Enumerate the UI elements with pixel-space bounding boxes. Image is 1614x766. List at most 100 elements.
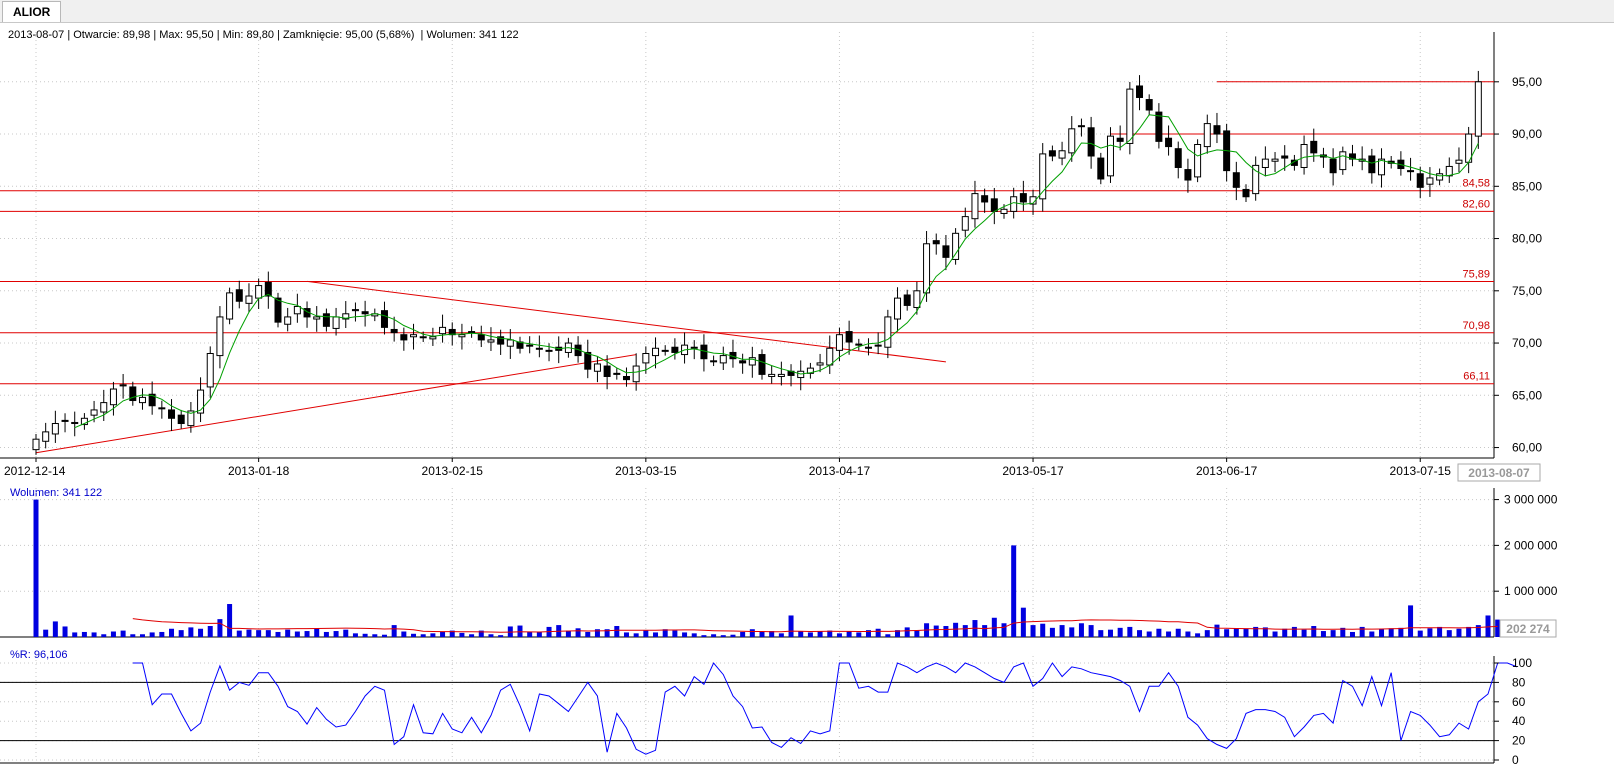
candle-body [1213,125,1221,135]
candle-body [206,353,214,388]
candle-body [1232,172,1240,188]
candle-body [652,347,660,357]
volume-bar [130,634,136,637]
candle-body [758,354,766,375]
trendline [35,354,637,454]
candle-body [874,344,882,347]
candle-body [487,339,495,343]
candle-body [1310,140,1318,154]
volume-bar [110,631,116,637]
volume-bar [62,626,68,637]
candle-body [816,362,824,366]
candle-body [1058,150,1066,159]
candle-body [506,339,514,347]
axes: 60,00 65,00 70,00 75,00 80,00 85,00 90,00 95,00… [4,75,1558,766]
date-tick-label: 2013-03-15 [615,464,677,478]
volume-bar [798,631,804,637]
volume-bar [711,634,717,637]
volume-bar [1117,627,1123,637]
volume-bar [933,625,939,637]
candle-body [632,365,640,383]
price-tick-label: 80,00 [1512,232,1542,246]
candlestick-series [32,70,1482,455]
volume-bar [517,625,523,637]
volume-bar [982,625,988,637]
candle-body [42,431,50,442]
candle-body [1145,99,1153,111]
candle-body [168,409,176,419]
volume-bar [381,634,387,637]
candle-body [1416,173,1424,188]
wr-tick-label: 60 [1512,695,1526,709]
price-tick-label: 90,00 [1512,127,1542,141]
candle-body [1368,155,1376,174]
candle-body [61,419,69,422]
candle-body [1184,169,1192,181]
volume-bar [527,631,533,637]
volume-tick-label: 1 000 000 [1504,584,1558,598]
volume-bar [846,631,852,637]
candle-body [661,349,669,352]
volume-bar [227,604,233,637]
volume-bar [788,615,794,637]
volume-bar [1272,631,1278,637]
candle-body [864,346,872,349]
volume-bar [430,633,436,637]
volume-bar [178,630,184,637]
volume-bar [420,634,426,637]
wr-tick-label: 0 [1512,753,1519,766]
candle-body [177,414,185,425]
candle-body [284,316,292,325]
volume-bar [498,635,504,637]
volume-bar [469,634,475,637]
volume-bar [1291,626,1297,637]
volume-bar [614,626,620,637]
volume-tick-label: 3 000 000 [1504,493,1558,507]
candle-body [332,316,340,329]
volume-bar [759,631,765,637]
volume-bar [1379,629,1385,637]
volume-bar [914,630,920,637]
candle-body [477,334,485,341]
candle-body [255,285,263,299]
candle-body [1194,144,1202,178]
candle-body [429,336,437,340]
date-tick-label: 2013-01-18 [228,464,290,478]
volume-bar [1233,628,1239,637]
candle-body [235,289,243,302]
volume-bar [1107,629,1113,637]
volume-bar [285,629,291,637]
volume-bar [304,631,310,637]
candle-body [1136,85,1144,98]
volume-bar [101,634,107,637]
volume-bar [362,633,368,637]
candle-body [90,409,98,416]
williams-r-series [0,662,1518,755]
candle-body [158,407,166,410]
wr-tick-label: 80 [1512,675,1526,689]
volume-bar [411,633,417,637]
last-volume-label: 202 274 [1506,622,1550,636]
candle-body [245,295,253,304]
volume-bar [440,631,446,637]
chart-canvas[interactable]: 84,58 82,60 75,89 70,98 66,11 60,00 65,00 70,0… [0,0,1614,766]
volume-bar [391,625,397,637]
volume-bar [778,633,784,637]
candle-body [419,336,427,339]
volume-bar [875,628,881,637]
grid [0,32,1494,761]
volume-bar [1408,605,1414,637]
candle-body [894,297,902,320]
candle-body [526,344,534,347]
volume-bar [1359,626,1365,637]
candle-body [138,396,146,404]
volume-bar [207,626,213,637]
volume-bar [1137,630,1143,637]
candle-body [410,334,418,338]
level-label: 75,89 [1462,268,1490,280]
volume-bar [720,635,726,637]
volume-bar [246,629,252,637]
candle-body [603,365,611,377]
volume-bar [1175,628,1181,637]
candle-body [1165,137,1173,148]
